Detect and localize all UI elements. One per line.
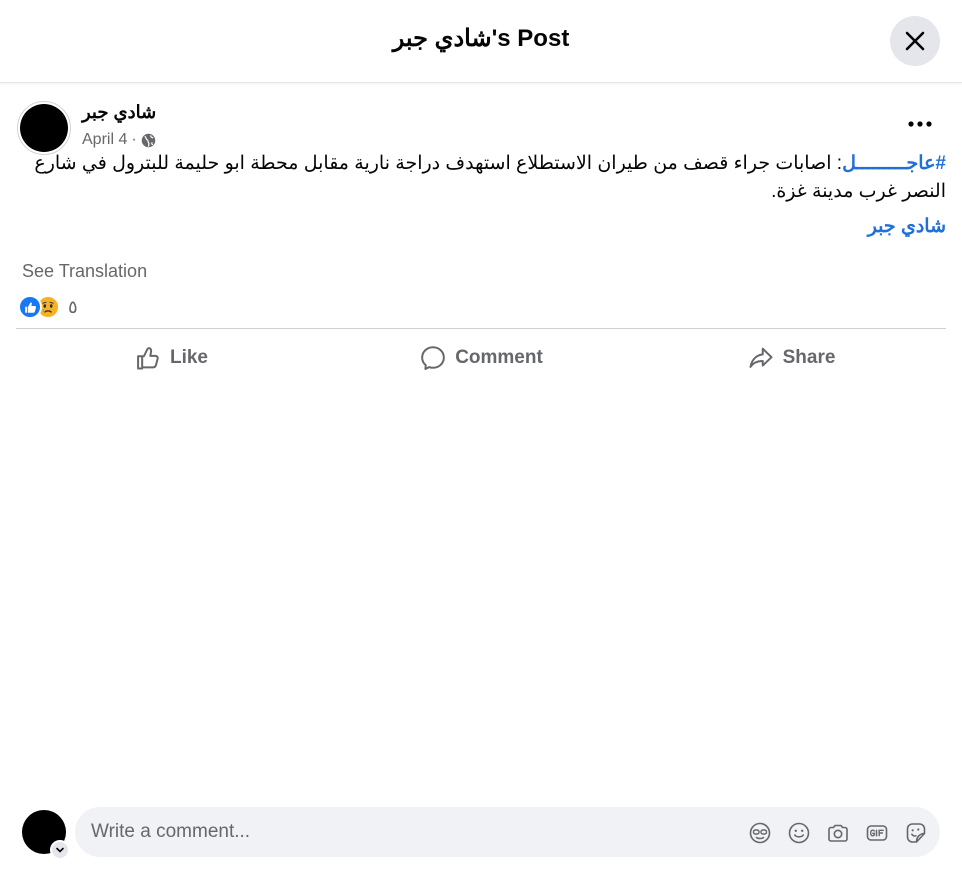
like-label: Like [169, 347, 209, 368]
signature-link[interactable]: شادي جبر [820, 215, 946, 238]
comment-input[interactable] [91, 807, 731, 857]
emoji-button[interactable] [786, 820, 811, 845]
post-dialog-header: شادي جبر's Post [0, 0, 962, 83]
share-button[interactable]: Share [636, 335, 946, 381]
like-reaction-icon [18, 295, 42, 319]
sticker-button[interactable] [903, 820, 928, 845]
share-label: Share [782, 347, 836, 368]
see-translation-link[interactable]: See Translation [22, 261, 147, 282]
comment-bubble-icon [421, 346, 446, 370]
dialog-title: شادي جبر's Post [392, 25, 570, 52]
share-arrow-icon [749, 347, 773, 368]
avatar-sticker-button[interactable] [747, 820, 772, 845]
post-body: #عاجـــــــــل: اصابات جراء قصف من طيران… [20, 150, 946, 206]
author-name[interactable]: شادي جبر [82, 102, 156, 123]
comment-label: Comment [455, 347, 543, 368]
more-options-button[interactable] [904, 110, 936, 138]
smiley-icon [788, 822, 809, 843]
post-meta: April 4 · [82, 131, 156, 149]
gif-button[interactable] [864, 820, 889, 845]
camera-icon [827, 824, 848, 842]
gif-icon [866, 824, 887, 841]
avatar-sticker-icon [749, 822, 770, 843]
more-dots-icon [908, 121, 932, 127]
post-date[interactable]: April 4 [82, 131, 127, 149]
like-button[interactable]: Like [16, 335, 326, 381]
globe-icon [141, 133, 156, 148]
author-avatar-image [20, 104, 68, 152]
close-button[interactable] [890, 16, 940, 66]
meta-separator: · [131, 131, 137, 148]
post-text: : اصابات جراء قصف من طيران الاستطلاع است… [34, 153, 946, 202]
profile-switcher-button[interactable] [50, 840, 70, 860]
chevron-down-icon [56, 847, 64, 853]
hashtag-link[interactable]: #عاجـــــــــل [842, 153, 946, 174]
sticker-icon [906, 822, 925, 843]
author-avatar[interactable] [17, 101, 71, 155]
actions-divider [16, 328, 946, 329]
photo-button[interactable] [825, 820, 850, 845]
comment-tools [747, 820, 928, 845]
reactions-summary[interactable]: ٥ [18, 294, 78, 320]
comment-button[interactable]: Comment [326, 335, 636, 381]
thumbs-up-icon [137, 347, 159, 370]
close-icon [905, 31, 925, 51]
comment-composer [0, 796, 962, 881]
comment-input-container [75, 807, 940, 857]
post-actions-bar: Like Comment Share [16, 335, 946, 381]
reaction-count: ٥ [68, 296, 78, 317]
